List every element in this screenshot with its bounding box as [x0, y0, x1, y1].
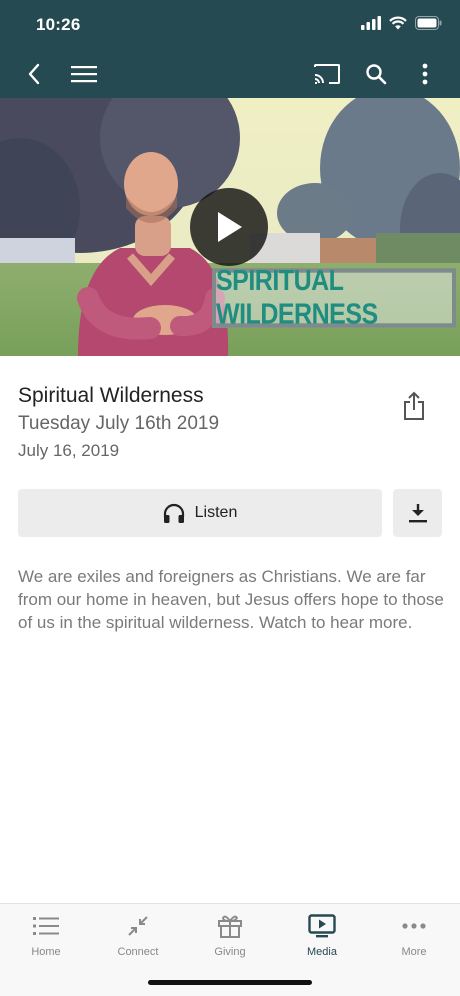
tab-label-giving: Giving: [214, 946, 246, 958]
back-icon: [28, 63, 40, 85]
play-button[interactable]: [190, 188, 268, 266]
media-subtitle: Tuesday July 16th 2019: [18, 413, 220, 434]
status-time: 10:26: [36, 15, 81, 34]
share-button[interactable]: [398, 388, 430, 424]
tab-more[interactable]: More: [368, 912, 460, 964]
download-icon: [408, 504, 427, 523]
more-vertical-icon: [422, 63, 428, 85]
tab-label-media: Media: [307, 946, 337, 958]
search-button[interactable]: [360, 58, 392, 90]
play-icon: [218, 212, 242, 242]
cast-button[interactable]: [311, 58, 343, 90]
tab-label-connect: Connect: [117, 946, 159, 958]
media-play-icon: [308, 914, 336, 938]
status-icons: [361, 16, 442, 30]
list-icon: [33, 917, 59, 935]
media-title: Spiritual Wilderness: [18, 384, 204, 407]
tab-giving[interactable]: Giving: [184, 912, 276, 964]
signal-icon: [361, 16, 381, 30]
tab-label-more: More: [401, 946, 427, 958]
listen-label: Listen: [194, 504, 238, 521]
share-icon: [404, 391, 424, 420]
media-description: We are exiles and foreigners as Christia…: [18, 567, 444, 632]
tab-home[interactable]: Home: [0, 912, 92, 964]
status-bar: 10:26: [0, 0, 460, 50]
search-icon: [366, 64, 387, 85]
battery-icon: [415, 16, 442, 30]
nav-bar: [0, 50, 460, 98]
home-indicator: [148, 980, 312, 985]
media-date: July 16, 2019: [18, 441, 120, 460]
more-options-button[interactable]: [409, 58, 441, 90]
wifi-icon: [389, 16, 407, 30]
hamburger-menu-icon: [71, 66, 97, 83]
menu-button[interactable]: [68, 58, 100, 90]
cast-icon: [314, 64, 340, 84]
tab-media[interactable]: Media: [276, 912, 368, 964]
video-player[interactable]: SPIRITUAL WILDERNESS: [0, 98, 460, 356]
tab-connect[interactable]: Connect: [92, 912, 184, 964]
video-overlay-title: SPIRITUAL WILDERNESS: [212, 265, 456, 330]
back-button[interactable]: [18, 58, 50, 90]
headphones-icon: [163, 503, 184, 523]
gift-icon: [218, 915, 242, 938]
connect-arrows-icon: [128, 916, 148, 936]
listen-button[interactable]: Listen: [18, 489, 382, 537]
download-button[interactable]: [393, 489, 442, 537]
tab-label-home: Home: [31, 946, 61, 958]
more-dots-icon: [402, 923, 426, 929]
